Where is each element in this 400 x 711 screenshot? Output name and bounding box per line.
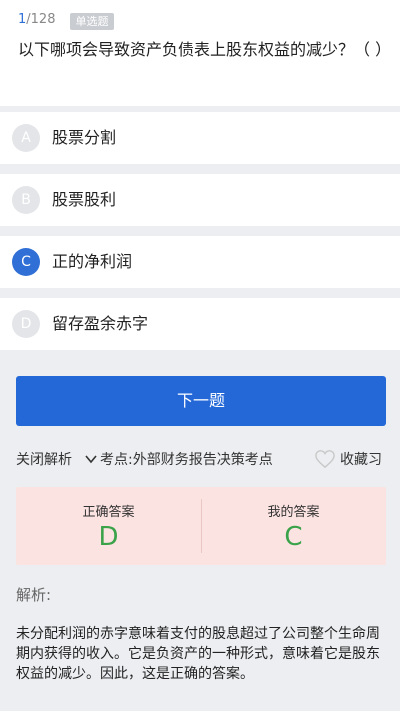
next-question-button[interactable]: 下一题 — [16, 376, 386, 426]
option-b-letter: B — [12, 186, 40, 214]
option-d[interactable]: D 留存盈余赤字 — [0, 298, 400, 350]
option-d-text: 留存盈余赤字 — [52, 314, 149, 333]
analysis-toolbar: 关闭解析 考点:外部财务报告决策考点 收藏习 — [0, 446, 400, 474]
answer-comparison: 正确答案 D 我的答案 C — [16, 487, 386, 565]
close-analysis-button[interactable]: 关闭解析 — [16, 450, 72, 470]
question-type-badge: 单选题 — [70, 13, 114, 30]
heart-icon[interactable] — [314, 449, 336, 469]
knowledge-point-label: 考点:外部财务报告决策考点 — [100, 452, 273, 468]
favorite-button[interactable]: 收藏习 — [340, 450, 382, 470]
total-questions: /128 — [26, 12, 56, 27]
question-text: 以下哪项会导致资产负债表上股东权益的减少？（ ） — [18, 40, 392, 59]
correct-answer-value: D — [98, 522, 119, 552]
option-b-text: 股票股利 — [52, 190, 117, 209]
analysis-text: 未分配利润的赤字意味着支付的股息超过了公司整个生命周期内获得的收入。它是负资产的… — [16, 626, 380, 682]
option-a-text: 股票分割 — [52, 128, 117, 147]
my-answer-value: C — [284, 522, 303, 552]
option-c[interactable]: C 正的净利润 — [0, 236, 400, 288]
option-a-letter: A — [12, 124, 40, 152]
option-c-text: 正的净利润 — [52, 252, 133, 271]
option-c-letter: C — [12, 248, 40, 276]
option-a[interactable]: A 股票分割 — [0, 112, 400, 164]
question-counter: 1/128 — [18, 12, 55, 27]
correct-answer-panel: 正确答案 D — [16, 487, 201, 565]
option-d-letter: D — [12, 310, 40, 338]
analysis-title: 解析: — [16, 586, 52, 604]
question-header: 1/128 单选题 以下哪项会导致资产负债表上股东权益的减少？（ ） — [0, 0, 400, 106]
my-answer-label: 我的答案 — [267, 505, 320, 520]
chevron-down-icon[interactable] — [84, 452, 98, 466]
correct-answer-label: 正确答案 — [82, 505, 135, 520]
my-answer-panel: 我的答案 C — [201, 487, 386, 565]
option-b[interactable]: B 股票股利 — [0, 174, 400, 226]
